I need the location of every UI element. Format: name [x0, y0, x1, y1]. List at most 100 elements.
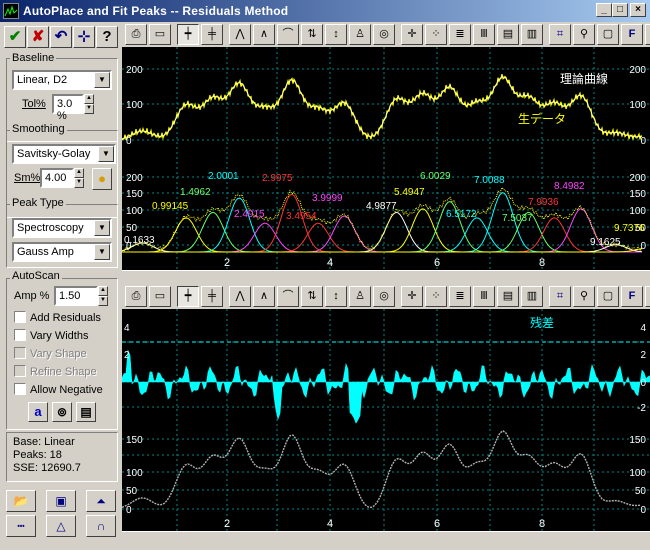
sort-updown-icon[interactable]: ⇅	[301, 286, 323, 307]
vary-widths-label: Vary Widths	[30, 330, 89, 342]
bars-icon[interactable]: Ⅲ	[473, 24, 495, 45]
print-icon[interactable]: ⎙	[125, 286, 147, 307]
tree-icon[interactable]: ⚲	[573, 286, 595, 307]
doc-list-icon[interactable]: ▥	[521, 286, 543, 307]
crosshair-icon[interactable]: ✛	[401, 286, 423, 307]
minimize-button[interactable]: _	[596, 3, 612, 17]
target-icon[interactable]: ◎	[373, 24, 395, 45]
binoculars-icon[interactable]: ⌗	[549, 24, 571, 45]
list-icon[interactable]: ≣	[449, 286, 471, 307]
grid-dots-icon[interactable]: ⁘	[425, 24, 447, 45]
baseline-select[interactable]: Linear, D2 ▼	[12, 70, 112, 90]
peak-narrow-icon[interactable]: ⋀	[229, 24, 251, 45]
window-icon[interactable]: ▢	[597, 286, 619, 307]
cancel-button[interactable]: ✘	[27, 26, 49, 48]
help-button[interactable]: ?	[96, 26, 118, 48]
maximize-button[interactable]: □	[612, 3, 628, 17]
chevron-down-icon[interactable]: ▼	[94, 72, 110, 88]
doc-lines-icon[interactable]: ▤	[497, 24, 519, 45]
font-a-icon[interactable]: a	[28, 402, 48, 422]
lightbulb-icon[interactable]: ●	[92, 168, 112, 190]
font-f-icon[interactable]: F	[621, 286, 643, 307]
peak-label: 1.4962	[180, 187, 211, 198]
residual-trace	[122, 349, 650, 424]
x-tick-label: 6	[434, 518, 440, 530]
amp-field[interactable]: 1.50	[54, 286, 98, 306]
bottom-plot-scrollbar[interactable]	[122, 531, 650, 550]
tol-stepper[interactable]: ▲ ▼	[84, 94, 94, 114]
bottom-plot-canvas[interactable]: 4 2 0 -2 4 2 残差 150 150 100 100 50 50 0 0 2 4 6 8	[122, 309, 650, 531]
smoothing-label: Smoothing	[10, 123, 67, 135]
x-tick-label: 2	[224, 518, 230, 530]
window-icon[interactable]: ▢	[597, 24, 619, 45]
target-icon[interactable]: ◎	[373, 286, 395, 307]
tol-label: Tol%	[22, 98, 46, 110]
baseline-pick-icon[interactable]: ┿	[177, 286, 199, 307]
peak-wide-icon[interactable]: ⌒	[277, 286, 299, 307]
add-residuals-checkbox[interactable]: Add Residuals	[14, 311, 101, 324]
peak-type-select[interactable]: Spectroscopy ▼	[12, 218, 112, 238]
peak-up-icon[interactable]: ⏶	[86, 490, 116, 512]
sm-field[interactable]: 4.00	[40, 168, 74, 188]
report-icon[interactable]: ▤	[76, 402, 96, 422]
zoom-icon[interactable]: ⊚	[52, 402, 72, 422]
peak-icon[interactable]: ∧	[253, 24, 275, 45]
sm-stepper[interactable]: ▲ ▼	[74, 168, 84, 188]
person-icon[interactable]: ♙	[349, 24, 371, 45]
open-folder-icon[interactable]: 📂	[6, 490, 36, 512]
bottom-plot[interactable]: 4 2 0 -2 4 2 残差 150 150 100 100 50 50 0 0 2 4 6 8	[122, 309, 650, 531]
baseline-icon[interactable]: ┅	[6, 515, 36, 537]
y-tick-label: 50	[635, 486, 647, 497]
allow-negative-label: Allow Negative	[30, 384, 103, 396]
peak-wide-icon[interactable]: ⌒	[277, 24, 299, 45]
sort-updown-icon[interactable]: ⇅	[301, 24, 323, 45]
top-plot-scrollbar[interactable]	[122, 270, 650, 282]
baseline-grid-icon[interactable]: ╪	[201, 286, 223, 307]
tree-icon[interactable]: ⚲	[573, 24, 595, 45]
palette-icon[interactable]: ▦	[645, 24, 650, 45]
amp-stepper[interactable]: ▲ ▼	[98, 286, 108, 306]
triangle-peak-icon[interactable]: △	[46, 515, 76, 537]
allow-negative-checkbox[interactable]: Allow Negative	[14, 383, 103, 396]
top-plot-canvas[interactable]: 200 200 100 100 0 0 理論曲線生データ 200 200 150 150 100 100…	[122, 47, 650, 270]
add-peak-button[interactable]: ⊹	[73, 26, 95, 48]
doc-list-icon[interactable]: ▥	[521, 24, 543, 45]
smoothing-select[interactable]: Savitsky-Golay ▼	[12, 144, 116, 164]
bars-icon[interactable]: Ⅲ	[473, 286, 495, 307]
x-tick-label: 4	[327, 518, 333, 530]
person-icon[interactable]: ♙	[349, 286, 371, 307]
chevron-down-icon[interactable]: ▼	[98, 146, 114, 162]
save-icon[interactable]: ▣	[46, 490, 76, 512]
y-tick-label: 0	[640, 241, 646, 252]
peak-shape-select[interactable]: Gauss Amp ▼	[12, 242, 112, 262]
vary-widths-checkbox[interactable]: Vary Widths	[14, 329, 88, 342]
peak-icon[interactable]: ∧	[253, 286, 275, 307]
undo-button[interactable]: ↶	[50, 26, 72, 48]
window-title: AutoPlace and Fit Peaks -- Residuals Met…	[23, 4, 289, 18]
binoculars-icon[interactable]: ⌗	[549, 286, 571, 307]
folder-icon[interactable]: ▭	[149, 24, 171, 45]
tol-field[interactable]: 3.0 %	[52, 94, 84, 122]
print-icon[interactable]: ⎙	[125, 24, 147, 45]
list-icon[interactable]: ≣	[449, 24, 471, 45]
gauss-peak-icon[interactable]: ∩	[86, 515, 116, 537]
top-plot[interactable]: 200 200 100 100 0 0 理論曲線 生データ 200 200 150 150 100 100…	[122, 47, 650, 270]
app-icon[interactable]	[3, 3, 19, 19]
close-button[interactable]: ×	[630, 3, 646, 17]
chevron-down-icon[interactable]: ▼	[94, 220, 110, 236]
baseline-grid-icon[interactable]: ╪	[201, 24, 223, 45]
palette-icon[interactable]: ▦	[645, 286, 650, 307]
baseline-pick-icon[interactable]: ┿	[177, 24, 199, 45]
folder-icon[interactable]: ▭	[149, 286, 171, 307]
peak-narrow-icon[interactable]: ⋀	[229, 286, 251, 307]
crosshair-icon[interactable]: ✛	[401, 24, 423, 45]
doc-lines-icon[interactable]: ▤	[497, 286, 519, 307]
grid-dots-icon[interactable]: ⁘	[425, 286, 447, 307]
peak-label: 7.9936	[528, 197, 559, 208]
font-f-icon[interactable]: F	[621, 24, 643, 45]
scale-y-icon[interactable]: ↕	[325, 24, 347, 45]
accept-button[interactable]: ✔	[4, 26, 26, 48]
scale-y-icon[interactable]: ↕	[325, 286, 347, 307]
y-tick-label: 0	[640, 378, 646, 389]
chevron-down-icon[interactable]: ▼	[94, 244, 110, 260]
